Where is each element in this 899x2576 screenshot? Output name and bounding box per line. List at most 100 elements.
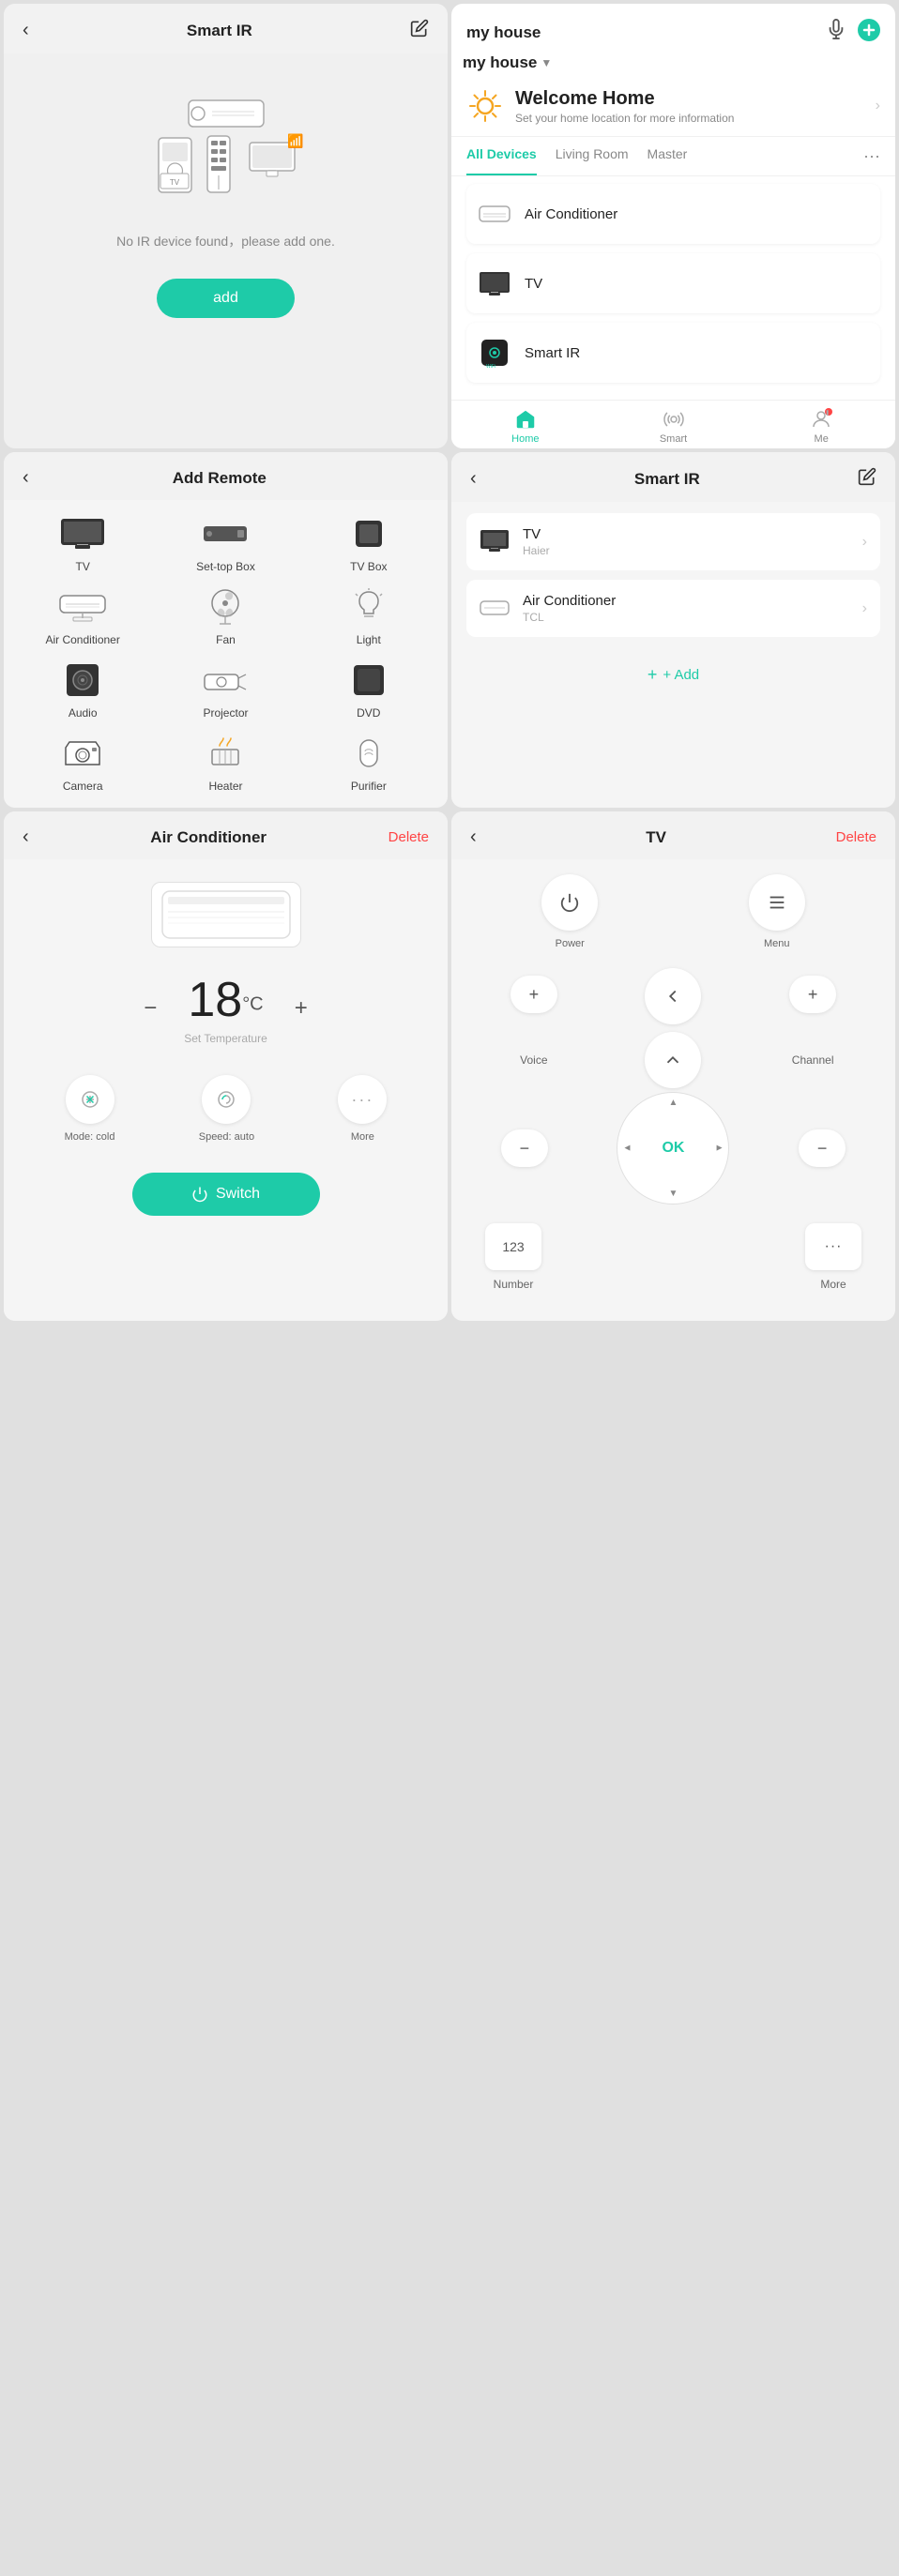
svg-text:TV: TV [169,178,179,187]
ac-temp-label: Set Temperature [184,1032,267,1045]
remote-label-audio: Audio [69,706,98,720]
voice-plus-icon: + [529,985,540,1005]
dpad-down-icon[interactable]: ▼ [669,1189,678,1199]
remote-category-grid: TV Set-top Box [4,500,448,808]
remote-category-heater[interactable]: Heater [161,735,289,793]
add-remote-title: Add Remote [173,469,267,488]
tv-number-label: Number [494,1278,534,1291]
tv-channel-up[interactable]: + [789,976,836,1013]
remote-label-tv-box: TV Box [350,560,387,573]
remote-category-set-top-box[interactable]: Set-top Box [161,515,289,573]
device-name-tv: TV [525,276,542,292]
tv-more-btn[interactable]: ··· [805,1223,861,1270]
remote-category-dvd[interactable]: DVD [305,661,433,720]
tab-master[interactable]: Master [648,137,688,175]
remote-label-set-top-box: Set-top Box [196,560,255,573]
remote-category-tv[interactable]: TV [19,515,146,573]
edit-button[interactable] [410,19,429,42]
house-label: my house [463,53,537,72]
ac-temp-plus[interactable]: + [286,993,316,1023]
svg-text:WiFi: WiFi [486,364,495,370]
remote-category-audio[interactable]: Audio [19,661,146,720]
tv-power-btn[interactable] [541,874,598,931]
chevron-down-icon: ▼ [541,56,552,69]
tv-back[interactable]: ‹ [470,826,477,848]
tab-more-icon[interactable]: ··· [863,137,880,175]
ac-temp-unit: °C [242,994,263,1015]
add-device-row[interactable]: + + Add [466,646,880,704]
smart-ir-edit[interactable] [858,467,876,491]
remote-label-tv: TV [75,560,89,573]
welcome-banner[interactable]: Welcome Home Set your home location for … [451,76,895,137]
device-item-smart-ir[interactable]: WiFi Smart IR [466,323,880,383]
svg-text:📶: 📶 [287,133,303,149]
ac-mode-btn[interactable]: Mode: cold [65,1075,115,1143]
ac-delete[interactable]: Delete [389,829,429,845]
remote-category-projector[interactable]: Projector [161,661,289,720]
welcome-text: Welcome Home Set your home location for … [515,88,734,125]
tv-voice-down[interactable]: − [501,1129,548,1167]
home-header: my house [451,4,895,53]
remote-category-light[interactable]: Light [305,588,433,646]
nav-home[interactable]: Home [451,408,600,445]
ir-ac-name: Air Conditioner [523,593,862,609]
tv-voice-controls: + [510,976,557,1017]
nav-smart-label: Smart [660,433,687,445]
ac-speed-btn[interactable]: Speed: auto [199,1075,254,1143]
device-name-ac: Air Conditioner [525,206,617,222]
remote-category-camera[interactable]: Camera [19,735,146,793]
tv-voice-up[interactable]: + [510,976,557,1013]
tab-all-devices[interactable]: All Devices [466,137,537,175]
tv-power-label: Power [556,938,585,949]
back-button[interactable]: ‹ [23,20,29,41]
ir-tv-info: TV Haier [523,526,862,557]
ir-device-tv[interactable]: TV Haier › [466,513,880,570]
ir-tv-name: TV [523,526,862,542]
add-remote-back[interactable]: ‹ [23,467,29,489]
tv-menu-btn[interactable] [749,874,805,931]
svg-text:!: ! [827,411,828,417]
nav-smart[interactable]: Smart [600,408,748,445]
house-name[interactable]: my house [466,23,541,42]
home-icons [826,19,880,46]
device-item-tv[interactable]: TV [466,253,880,313]
welcome-arrow-icon: › [876,98,880,114]
dpad-up-icon[interactable]: ▲ [669,1098,678,1108]
remote-label-dvd: DVD [357,706,380,720]
remote-category-purifier[interactable]: Purifier [305,735,433,793]
mic-icon[interactable] [826,19,846,46]
tv-number-icon: 123 [502,1239,524,1254]
tab-living-room[interactable]: Living Room [556,137,629,175]
tv-up-btn[interactable] [645,1032,701,1088]
tv-channel-down[interactable]: − [799,1129,846,1167]
remote-label-purifier: Purifier [351,780,387,793]
remote-label-projector: Projector [203,706,248,720]
ac-illustration [4,859,448,957]
device-item-ac[interactable]: Air Conditioner [466,184,880,244]
remote-category-tv-box[interactable]: TV Box [305,515,433,573]
tv-back-btn[interactable] [645,968,701,1024]
tv-delete[interactable]: Delete [836,829,876,845]
ac-temp-minus[interactable]: − [135,993,165,1023]
ac-more-btn[interactable]: ··· More [338,1075,387,1143]
channel-minus-icon: − [817,1139,828,1159]
remote-category-fan[interactable]: Fan [161,588,289,646]
device-name-smart-ir: Smart IR [525,345,580,361]
remote-category-ac[interactable]: Air Conditioner [19,588,146,646]
no-device-text: No IR device found，please add one. [4,222,448,260]
tv-number-btn[interactable]: 123 [485,1223,541,1270]
smart-ir-title: Smart IR [634,470,700,489]
ac-switch-button[interactable]: Switch [132,1173,320,1216]
nav-me[interactable]: ! Me [747,408,895,445]
ac-controls: Mode: cold Speed: auto ··· More [4,1060,448,1158]
add-remote-header: ‹ Add Remote [4,452,448,500]
smart-ir-back[interactable]: ‹ [470,468,477,490]
ac-back[interactable]: ‹ [23,826,29,848]
dpad-right-icon[interactable]: ► [715,1144,724,1154]
ir-device-list: TV Haier › Air Conditioner TCL › + + Add [451,502,895,808]
add-icon[interactable] [858,19,880,46]
dpad-left-icon[interactable]: ◄ [622,1144,632,1154]
ir-device-ac[interactable]: Air Conditioner TCL › [466,580,880,637]
dpad-ok-btn[interactable]: OK [662,1140,684,1157]
add-button[interactable]: add [157,279,295,318]
